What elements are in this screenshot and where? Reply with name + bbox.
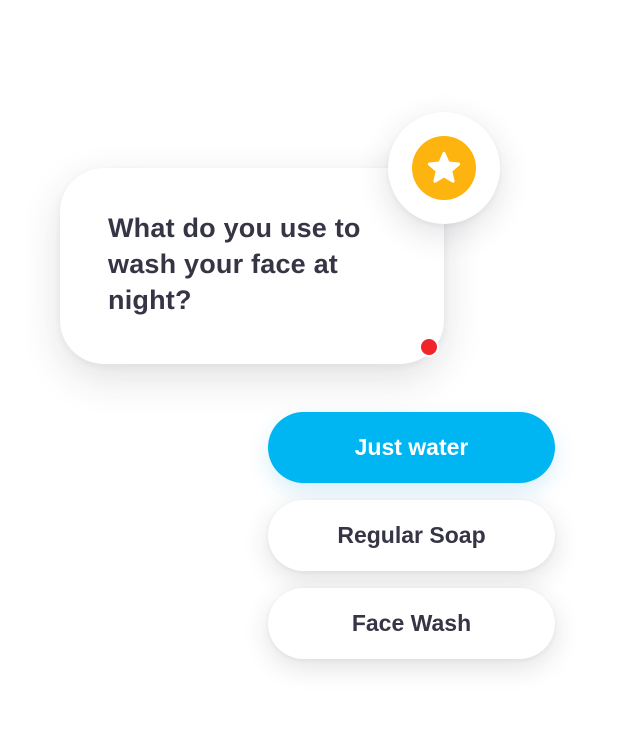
star-icon-shape — [427, 151, 461, 183]
badge-circle — [388, 112, 500, 224]
star-icon — [412, 136, 476, 200]
option-face-wash-button[interactable]: Face Wash — [268, 588, 555, 659]
status-dot — [419, 337, 439, 357]
option-just-water-button[interactable]: Just water — [268, 412, 555, 483]
question-text: What do you use to wash your face at nig… — [108, 213, 361, 315]
question-card: What do you use to wash your face at nig… — [60, 168, 444, 364]
option-regular-soap-button[interactable]: Regular Soap — [268, 500, 555, 571]
